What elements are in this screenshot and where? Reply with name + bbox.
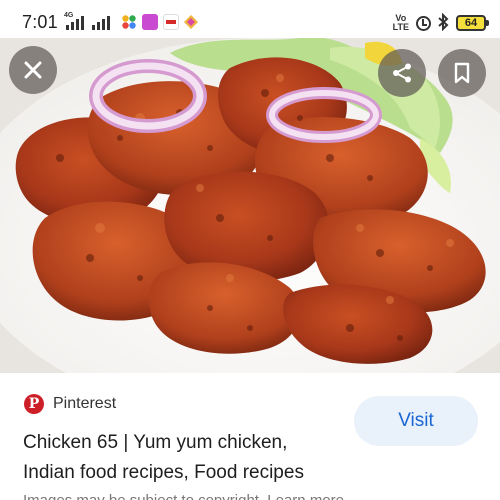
bookmark-icon: [453, 62, 471, 84]
source-row[interactable]: P Pinterest: [24, 394, 116, 414]
source-name: Pinterest: [53, 395, 117, 412]
app-icon: [163, 14, 179, 30]
status-right-icons: Vo LTE 64: [392, 12, 489, 34]
signal-icon: [66, 14, 84, 30]
volte-icon: Vo LTE: [392, 13, 409, 32]
pinterest-logo: P: [24, 394, 44, 414]
copyright-notice[interactable]: Images may be subject to copyright. Lear…: [23, 492, 344, 500]
chicken-65-photo[interactable]: [0, 38, 500, 373]
app-icon: [142, 14, 158, 30]
app-icon: [121, 14, 137, 30]
visit-button[interactable]: Visit: [354, 396, 478, 446]
close-icon: [23, 60, 43, 80]
result-info-panel: P Pinterest Visit Chicken 65 | Yum yum c…: [0, 373, 500, 500]
share-icon: [391, 62, 413, 84]
result-title[interactable]: Chicken 65 | Yum yum chicken, Indian foo…: [23, 428, 343, 488]
close-button[interactable]: [9, 46, 57, 94]
battery-icon: 64: [456, 15, 489, 31]
signal-icon: [92, 14, 110, 30]
bookmark-button[interactable]: [438, 49, 486, 97]
alarm-icon: [416, 15, 431, 31]
share-button[interactable]: [378, 49, 426, 97]
app-icon: [183, 14, 199, 30]
status-time: 7:01: [22, 12, 58, 32]
bluetooth-icon: [438, 12, 449, 34]
